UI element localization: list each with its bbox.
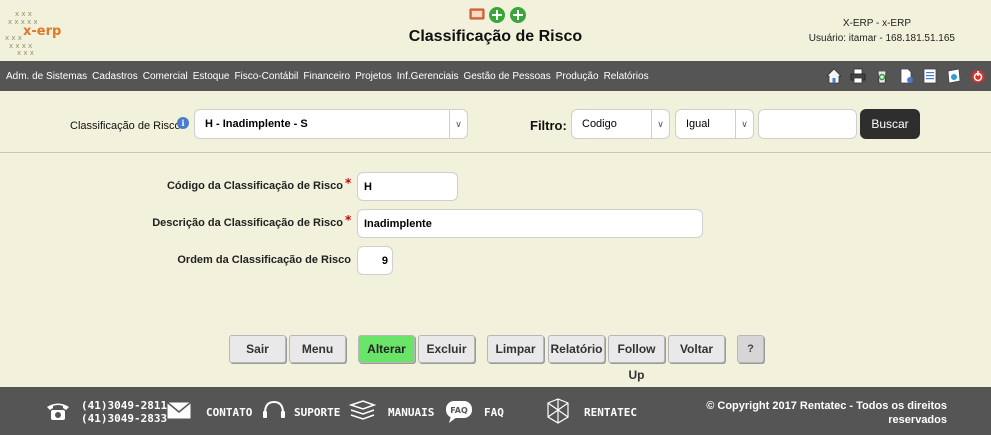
classificacao-select[interactable]: H - Inadimplente - S ∨ [194,109,468,139]
chevron-down-icon: ∨ [449,110,467,138]
menu-item-cadastros[interactable]: Cadastros [92,71,138,82]
menu-item-inf-gerenciais[interactable]: Inf.Gerenciais [397,71,459,82]
document-list-icon[interactable] [920,65,939,86]
classificacao-label: Classificação de Risco [70,120,181,132]
svg-text:FAQ: FAQ [450,406,468,415]
faq-bubble-icon[interactable]: FAQ [445,400,473,424]
chevron-down-icon: ∨ [735,110,753,138]
phone-numbers: (41)3049-2811 (41)3049-2833 [81,399,167,425]
menu-item-estoque[interactable]: Estoque [193,71,230,82]
suporte-link[interactable]: SUPORTE [294,406,340,419]
books-icon[interactable] [349,400,376,422]
menu-item-comercial[interactable]: Comercial [143,71,188,82]
phone-2: (41)3049-2833 [81,412,168,425]
excluir-button[interactable]: Excluir [418,335,475,363]
ordem-field[interactable]: 9 [357,246,393,275]
menu-item-relatorios[interactable]: Relatórios [604,71,649,82]
rentatec-link[interactable]: RENTATEC [584,406,637,419]
menu-button[interactable]: Menu [289,335,346,363]
svg-text:x x x: x x x [15,10,32,18]
power-icon[interactable] [968,65,987,86]
filtro-operator-value: Igual [686,118,710,130]
menu-item-financeiro[interactable]: Financeiro [303,71,350,82]
printer-icon[interactable] [848,65,867,86]
svg-text:x x x: x x x [17,49,34,55]
filtro-operator-select[interactable]: Igual ∨ [675,109,754,139]
contato-link[interactable]: CONTATO [206,406,252,419]
main-navbar: Adm. de Sistemas Cadastros Comercial Est… [0,61,991,91]
main-menu: Adm. de Sistemas Cadastros Comercial Est… [6,61,654,91]
info-icon[interactable]: i [177,117,189,129]
presentation-icon[interactable] [469,6,485,22]
recycle-icon[interactable] [872,65,891,86]
descricao-label: Descrição da Classificação de Risco [152,217,343,229]
system-name: X-ERP - x-ERP [842,18,911,29]
phone-1: (41)3049-2811 [81,399,168,412]
relatorio-button[interactable]: Relatório [548,335,605,363]
codigo-field[interactable]: H [357,172,458,201]
follow-up-button[interactable]: Follow Up [608,335,665,382]
buscar-button[interactable]: Buscar [860,109,920,139]
copyright-line-1: © Copyright 2017 Rentatec - Todos os dir… [706,400,947,412]
faq-link[interactable]: FAQ [484,406,504,419]
menu-item-projetos[interactable]: Projetos [355,71,392,82]
copyright: © Copyright 2017 Rentatec - Todos os dir… [687,399,947,427]
limpar-button[interactable]: Limpar [487,335,544,363]
headset-icon[interactable] [262,400,286,422]
top-icons [469,6,527,24]
voltar-button[interactable]: Voltar [668,335,725,363]
menu-item-fisco-contabil[interactable]: Fisco-Contábil [234,71,298,82]
ordem-label: Ordem da Classificação de Risco [177,254,351,266]
sair-button[interactable]: Sair [229,335,286,363]
add-icon[interactable] [509,6,527,24]
menu-item-adm-sistemas[interactable]: Adm. de Sistemas [6,71,87,82]
filtro-value-input[interactable] [758,109,857,139]
filtro-field-select[interactable]: Codigo ∨ [571,109,670,139]
user-info: Usuário: itamar - 168.181.51.165 [808,33,955,44]
help-button[interactable]: ? [737,335,764,363]
new-document-icon[interactable] [896,65,915,86]
search-document-icon[interactable] [944,65,963,86]
telephone-icon [47,403,69,420]
filtro-label: Filtro: [530,118,567,133]
descricao-field[interactable]: Inadimplente [357,209,703,238]
required-marker: * [345,176,352,190]
required-marker: * [345,213,352,227]
codigo-label: Código da Classificação de Risco [166,180,343,192]
footer: (41)3049-2811 (41)3049-2833 CONTATO SUPO… [0,387,991,435]
classificacao-selected-value: H - Inadimplente - S [205,118,308,130]
home-icon[interactable] [824,65,843,86]
filtro-field-value: Codigo [582,118,617,130]
manuais-link[interactable]: MANUAIS [388,406,434,419]
search-bar: Classificação de Risco i H - Inadimplent… [0,91,991,153]
toolbar-icons [824,65,987,86]
alterar-button[interactable]: Alterar [358,335,415,363]
rentatec-logo-icon[interactable] [544,397,572,425]
add-icon[interactable] [488,6,506,24]
menu-item-producao[interactable]: Produção [556,71,599,82]
header: x x x x x x x x x x x x x x x x x x x-er… [0,0,991,61]
envelope-icon[interactable] [167,402,191,419]
menu-item-gestao-pessoas[interactable]: Gestão de Pessoas [463,71,550,82]
copyright-line-2: reservados [888,414,947,426]
chevron-down-icon: ∨ [651,110,669,138]
